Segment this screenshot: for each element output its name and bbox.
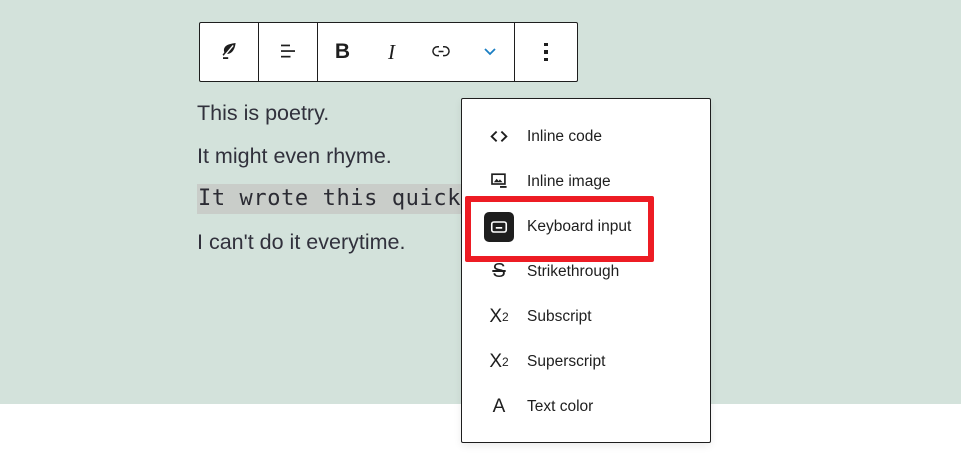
align-left-icon xyxy=(276,39,300,66)
menu-item-label: Superscript xyxy=(527,353,605,371)
menu-item-label: Inline code xyxy=(527,128,602,146)
menu-item-label: Text color xyxy=(527,398,593,416)
verse-block-content[interactable]: This is poetry. It might even rhyme. It … xyxy=(197,92,462,263)
menu-item-text-color[interactable]: A Text color xyxy=(462,384,710,429)
menu-item-subscript[interactable]: X2 Subscript xyxy=(462,294,710,339)
verse-block-button[interactable] xyxy=(205,23,254,81)
menu-item-inline-image[interactable]: Inline image xyxy=(462,159,710,204)
menu-item-superscript[interactable]: X2 Superscript xyxy=(462,339,710,384)
bold-icon: B xyxy=(335,40,350,64)
menu-item-label: Inline image xyxy=(527,173,611,191)
inline-image-icon xyxy=(484,167,514,197)
chevron-down-icon xyxy=(478,39,502,66)
active-format-indicator xyxy=(484,212,514,242)
menu-item-inline-code[interactable]: Inline code xyxy=(462,114,710,159)
poem-line[interactable]: It wrote this quick xyxy=(197,177,462,221)
text-color-icon: A xyxy=(484,392,514,422)
keyboard-formatted-text[interactable]: It wrote this quick xyxy=(197,184,462,214)
more-formats-button[interactable] xyxy=(465,23,514,81)
options-button[interactable] xyxy=(522,23,571,81)
block-toolbar: B I xyxy=(199,22,578,82)
verse-icon xyxy=(217,39,241,66)
keyboard-input-icon xyxy=(484,212,514,242)
italic-button[interactable]: I xyxy=(367,23,416,81)
italic-icon: I xyxy=(388,40,395,65)
inline-code-icon xyxy=(484,122,514,152)
menu-item-label: Strikethrough xyxy=(527,263,619,281)
poem-line[interactable]: I can't do it everytime. xyxy=(197,221,462,264)
subscript-icon: X2 xyxy=(484,302,514,332)
poem-line[interactable]: This is poetry. xyxy=(197,92,462,135)
align-text-button[interactable] xyxy=(264,23,313,81)
menu-item-keyboard-input[interactable]: Keyboard input xyxy=(462,204,710,249)
link-button[interactable] xyxy=(416,23,465,81)
link-icon xyxy=(429,39,453,66)
poem-line[interactable]: It might even rhyme. xyxy=(197,135,462,178)
strikethrough-icon: S xyxy=(484,257,514,287)
menu-item-strikethrough[interactable]: S Strikethrough xyxy=(462,249,710,294)
menu-item-label: Subscript xyxy=(527,308,592,326)
menu-item-label: Keyboard input xyxy=(527,218,631,236)
superscript-icon: X2 xyxy=(484,347,514,377)
bold-button[interactable]: B xyxy=(318,23,367,81)
vertical-ellipsis-icon xyxy=(544,43,548,62)
formats-dropdown-menu: Inline code Inline image Keyboard input … xyxy=(461,98,711,443)
